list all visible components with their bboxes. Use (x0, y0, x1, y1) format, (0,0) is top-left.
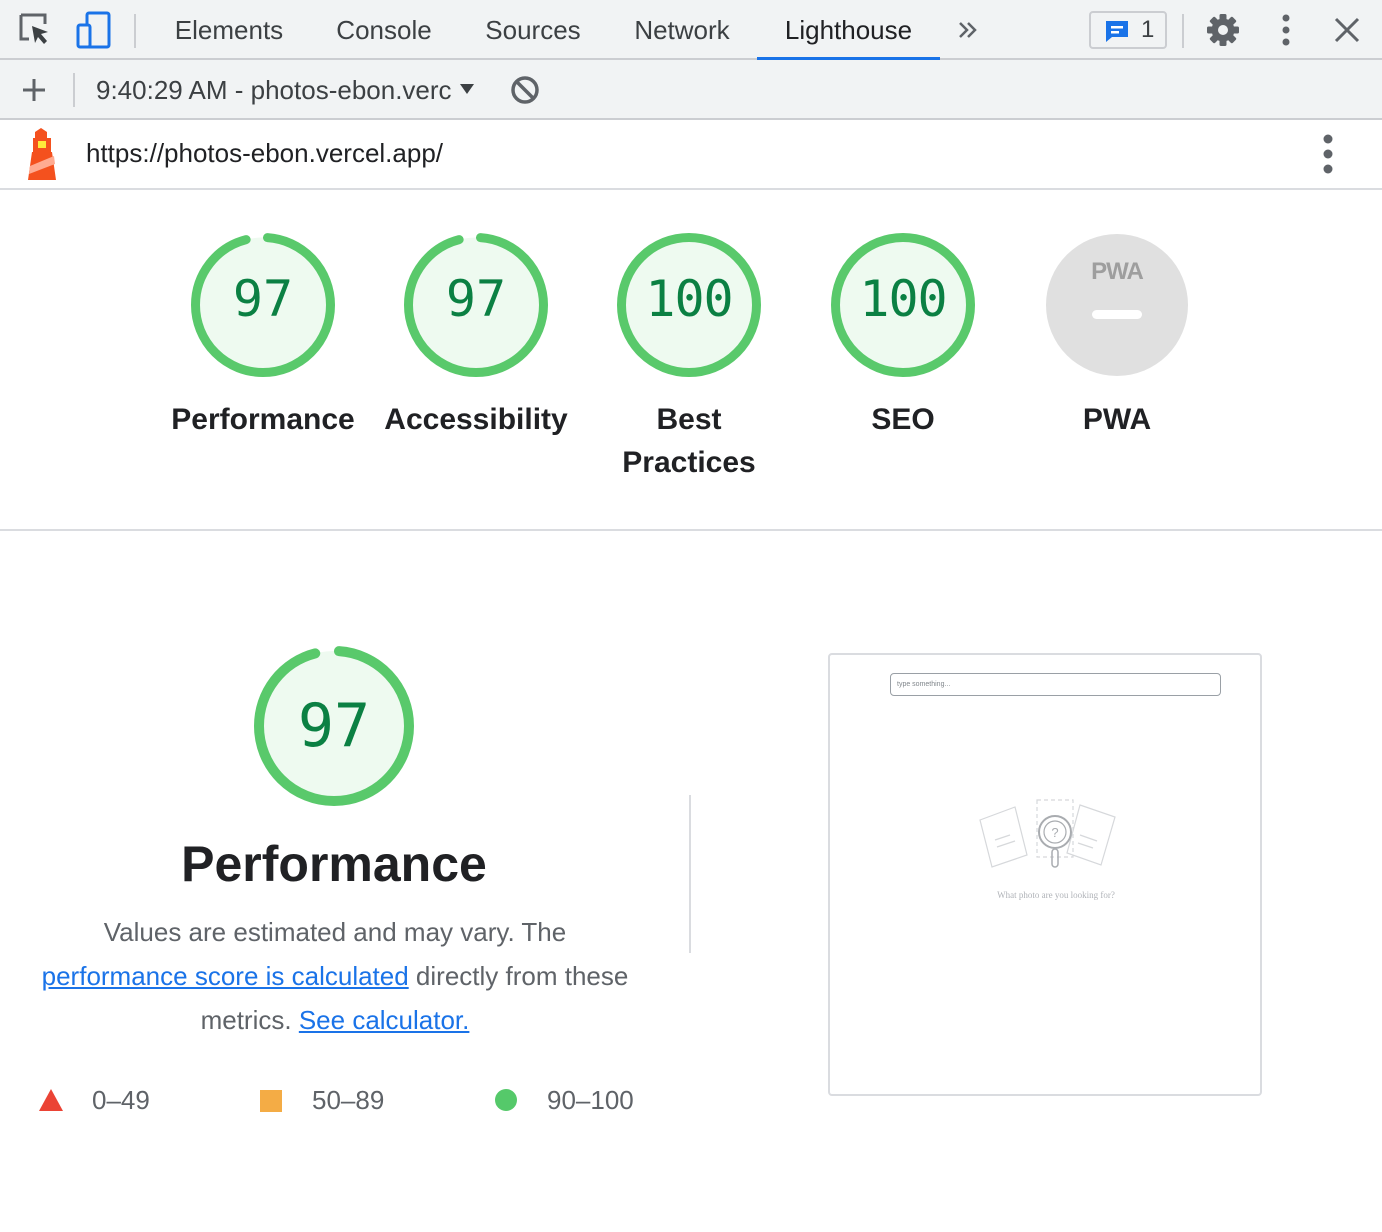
report-url[interactable]: https://photos-ebon.vercel.app/ (86, 138, 443, 169)
legend-range: 0–49 (92, 1085, 150, 1115)
gauge-label: Accessibility (384, 403, 568, 436)
issues-count: 1 (1141, 16, 1155, 43)
tab-lighthouse[interactable]: Lighthouse (757, 0, 940, 60)
gauge-label: SEO (871, 403, 935, 436)
pwa-badge-icon (1046, 234, 1188, 376)
description-text: Values are estimated and may vary. The (103, 917, 567, 947)
svg-text:?: ? (1051, 825, 1058, 840)
toolbar-separator (1182, 14, 1184, 48)
gauge-seo[interactable]: 100 (830, 232, 976, 378)
double-chevron-right-icon[interactable] (948, 10, 988, 50)
empty-search-illustration-icon: ? (979, 799, 1116, 868)
vertical-divider (689, 795, 691, 953)
report-toolbar: 9:40:29 AM - photos-ebon.vercel.app (0, 60, 1382, 120)
lighthouse-logo-icon (22, 128, 62, 184)
report-menu-icon[interactable] (1308, 134, 1348, 174)
pwa-badge-text: PWA (1091, 258, 1144, 285)
issues-button[interactable]: 1 (1089, 11, 1167, 49)
tab-console[interactable]: Console (318, 0, 450, 58)
gear-icon[interactable] (1203, 10, 1243, 50)
report-select-value[interactable]: 9:40:29 AM - photos-ebon.vercel.app (96, 74, 452, 106)
inspect-element-icon[interactable] (16, 10, 56, 50)
gauge-pwa[interactable]: PWA (1044, 232, 1190, 378)
section-divider (0, 529, 1382, 531)
legend-fail: 0–49 (38, 1084, 168, 1116)
gauge-accessibility[interactable]: 97 (403, 232, 549, 378)
performance-description: Values are estimated and may vary. The p… (20, 910, 650, 1042)
tab-network[interactable]: Network (614, 0, 750, 58)
performance-gauge-large: 97 (253, 645, 415, 807)
tab-elements[interactable]: Elements (158, 0, 300, 58)
gauge-label: PWA (1082, 403, 1152, 436)
report-url-bar: https://photos-ebon.vercel.app/ (0, 120, 1382, 190)
triangle-icon (39, 1089, 63, 1111)
performance-score: 97 (297, 691, 371, 761)
gauge-label: Best Practices (622, 403, 756, 479)
square-icon (260, 1090, 282, 1112)
legend-range: 90–100 (547, 1085, 634, 1115)
new-report-icon[interactable] (14, 70, 54, 110)
issues-chat-icon (1106, 21, 1128, 42)
score-calculated-link[interactable]: performance score is calculated (42, 961, 409, 991)
gauge-score: 100 (859, 270, 947, 328)
more-options-icon[interactable] (1266, 10, 1306, 50)
device-toolbar-icon[interactable] (74, 10, 114, 50)
legend-average: 50–89 (259, 1084, 399, 1116)
gauge-score: 97 (445, 270, 507, 328)
devtools-tab-bar: Elements Console Sources Network Lightho… (0, 0, 1382, 60)
clear-reports-icon[interactable] (505, 70, 545, 110)
toolbar-separator (134, 14, 136, 48)
screenshot-search-input: type something... (890, 673, 1221, 696)
legend-pass: 90–100 (494, 1084, 644, 1116)
gauge-score: 100 (645, 270, 733, 328)
tab-sources[interactable]: Sources (468, 0, 598, 58)
gauge-performance[interactable]: 97 (190, 232, 336, 378)
circle-icon (495, 1089, 517, 1111)
screenshot-caption: What photo are you looking for? (997, 890, 1115, 900)
gauge-score: 97 (232, 270, 294, 328)
legend-range: 50–89 (312, 1085, 385, 1115)
gauge-label: Performance (171, 403, 355, 436)
toolbar-separator (73, 73, 75, 107)
see-calculator-link[interactable]: See calculator. (299, 1005, 470, 1035)
gauge-best-practices[interactable]: 100 (616, 232, 762, 378)
dropdown-arrow-icon[interactable] (449, 72, 485, 108)
final-screenshot[interactable]: type something... ? What photo are you l… (828, 653, 1262, 1096)
close-icon[interactable] (1327, 10, 1367, 50)
performance-title: Performance (181, 836, 487, 892)
